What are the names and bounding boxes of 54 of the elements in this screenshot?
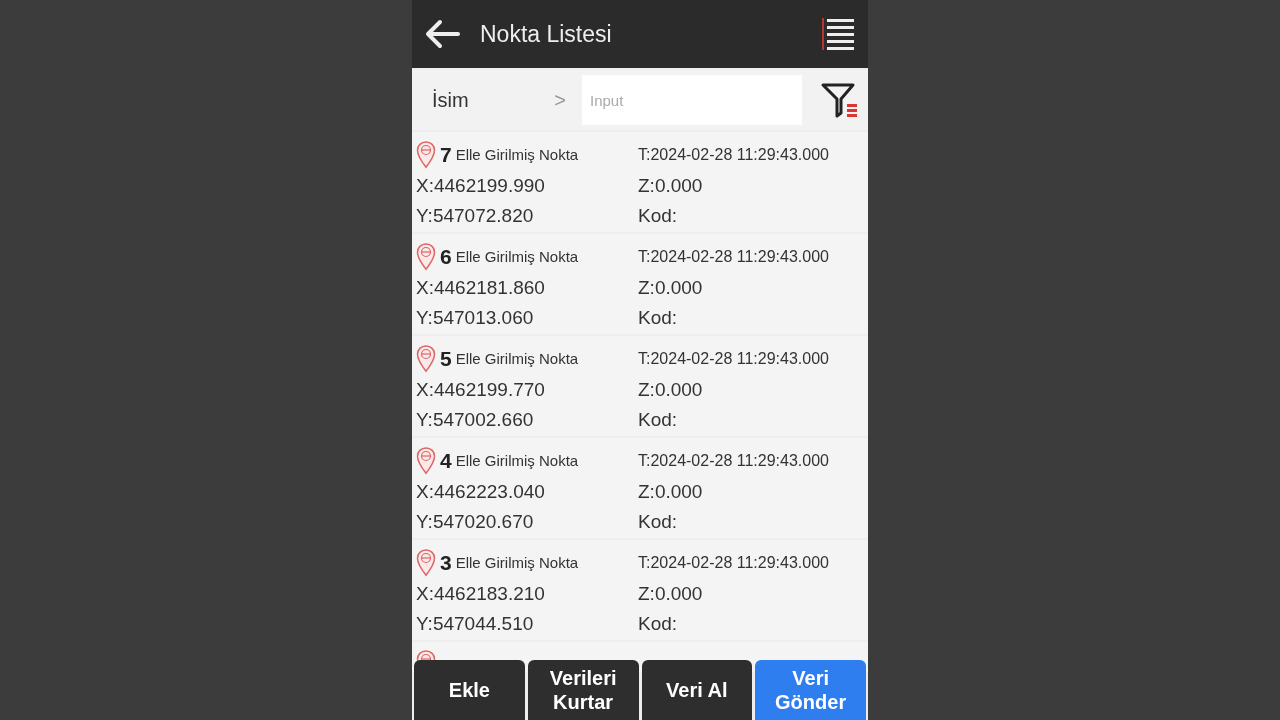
point-x: X:4462199.770 <box>416 377 546 402</box>
search-field[interactable]: Input <box>582 75 802 125</box>
point-y: Y:547013.060 <box>416 306 535 331</box>
point-x: X:4462199.990 <box>416 173 546 198</box>
point-z: Z:0.000 <box>638 275 704 300</box>
point-code: Kod: <box>638 408 679 433</box>
map-pin-icon <box>416 447 436 476</box>
point-number: 3 <box>440 550 452 577</box>
action-button[interactable]: Ekle <box>414 660 525 720</box>
point-number: 5 <box>440 346 452 373</box>
point-x: X:4462181.860 <box>416 275 546 300</box>
point-code: Kod: <box>638 306 679 331</box>
point-name: Elle Girilmiş Nokta <box>455 145 579 166</box>
point-name: Elle Girilmiş Nokta <box>455 451 579 472</box>
action-button[interactable]: Veri Al <box>641 660 753 720</box>
point-row[interactable]: 7 Elle Girilmiş Nokta T:2024-02-28 11:29:43.000 X:4462199.990 Z:0.000 Y:547072.820 Kod: <box>412 132 868 232</box>
point-row[interactable]: 4 Elle Girilmiş Nokta T:2024-02-28 11:29:43.000 X:4462223.040 Z:0.000 Y:547020.670 Kod: <box>412 438 868 538</box>
back-arrow-icon[interactable] <box>424 18 460 50</box>
point-row[interactable]: 3 Elle Girilmiş Nokta T:2024-02-28 11:29:43.000 X:4462183.210 Z:0.000 Y:547044.510 Kod: <box>412 540 868 640</box>
list-menu-icon[interactable] <box>820 16 856 52</box>
map-pin-icon <box>416 549 436 578</box>
point-name: Elle Girilmiş Nokta <box>455 553 579 574</box>
point-time: T:2024-02-28 11:29:43.000 <box>638 553 830 573</box>
point-time: T:2024-02-28 11:29:43.000 <box>638 349 830 369</box>
point-number: 4 <box>440 448 452 475</box>
point-y: Y:547044.510 <box>416 612 535 637</box>
point-z: Z:0.000 <box>638 173 704 198</box>
point-y: Y:547002.660 <box>416 408 535 433</box>
screen-title: Nokta Listesi <box>480 19 612 49</box>
point-z: Z:0.000 <box>638 377 704 402</box>
action-button[interactable]: Verileri Kurtar <box>527 660 639 720</box>
point-y: Y:547072.820 <box>416 204 535 229</box>
point-code: Kod: <box>638 204 679 229</box>
point-x: X:4462223.040 <box>416 479 546 504</box>
map-pin-icon <box>416 141 436 170</box>
point-code: Kod: <box>638 612 679 637</box>
field-selector[interactable]: İsim > <box>412 70 582 130</box>
action-button[interactable]: Veri Gönder <box>755 660 866 720</box>
point-y: Y:547020.670 <box>416 510 535 535</box>
map-pin-icon <box>416 345 436 374</box>
map-pin-icon <box>416 243 436 272</box>
point-x: X:4462183.210 <box>416 581 546 606</box>
point-z: Z:0.000 <box>638 581 704 606</box>
point-name: Elle Girilmiş Nokta <box>455 247 579 268</box>
point-code: Kod: <box>638 510 679 535</box>
point-time: T:2024-02-28 11:29:43.000 <box>638 451 830 471</box>
point-number: 6 <box>440 244 452 271</box>
point-row[interactable]: 6 Elle Girilmiş Nokta T:2024-02-28 11:29:43.000 X:4462181.860 Z:0.000 Y:547013.060 Kod: <box>412 234 868 334</box>
point-z: Z:0.000 <box>638 479 704 504</box>
point-time: T:2024-02-28 11:29:43.000 <box>638 247 830 267</box>
point-time: T:2024-02-28 11:29:43.000 <box>638 145 830 165</box>
point-name: Elle Girilmiş Nokta <box>455 349 579 370</box>
point-number: 7 <box>440 142 452 169</box>
point-row[interactable]: 5 Elle Girilmiş Nokta T:2024-02-28 11:29:43.000 X:4462199.770 Z:0.000 Y:547002.660 Kod: <box>412 336 868 436</box>
